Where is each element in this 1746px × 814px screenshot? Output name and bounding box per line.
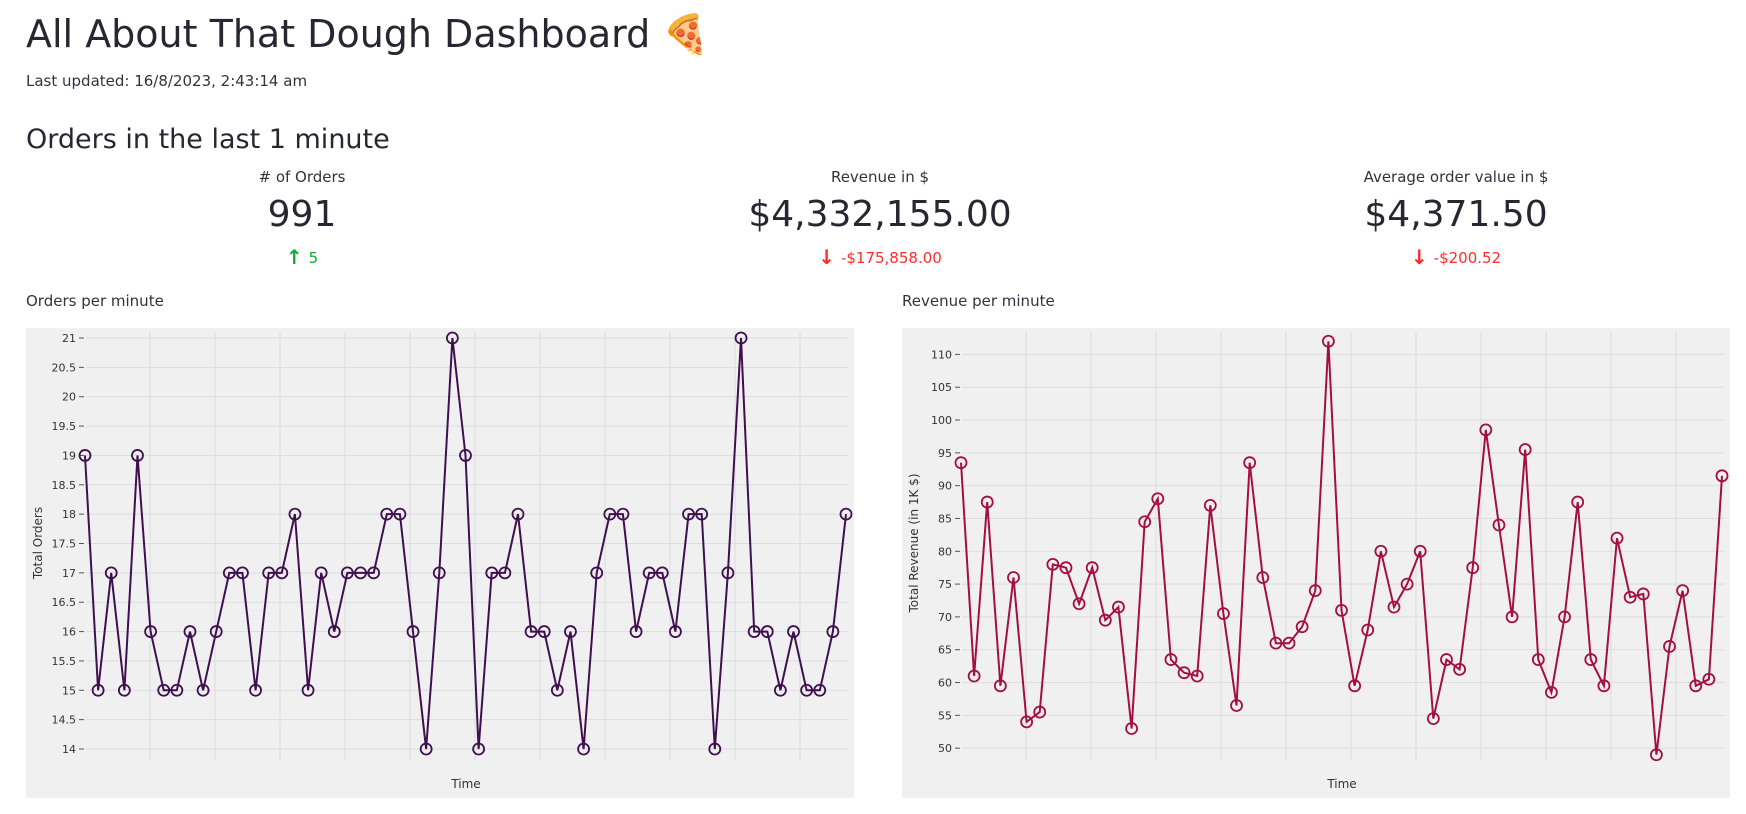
metric-value: $4,332,155.00 bbox=[748, 194, 1012, 235]
y-tick-label: 15 bbox=[62, 684, 76, 697]
revenue-chart-title: Revenue per minute bbox=[902, 292, 1055, 310]
y-tick-label: 90 bbox=[938, 480, 952, 493]
revenue-chart-svg[interactable]: 50 55 60 65 70 75 80 85 90 95 100 105 110 Time Total R… bbox=[902, 328, 1730, 798]
y-tick-label: 65 bbox=[938, 644, 952, 657]
y-tick-label: 110 bbox=[931, 348, 952, 361]
y-tick-label: 100 bbox=[931, 414, 952, 427]
metric-label: Average order value in $ bbox=[1363, 168, 1549, 186]
arrow-down-icon: ↓ bbox=[818, 245, 835, 269]
metric-avg-order-value: Average order value in $ $4,371.50 ↓ -$20… bbox=[1206, 168, 1706, 269]
y-tick-label: 75 bbox=[938, 578, 952, 591]
y-axis-label: Total Revenue (in 1K $) bbox=[907, 474, 921, 614]
orders-chart-svg[interactable]: 14 14.5 15 15.5 16 16.5 17 17.5 18 18.5 19 19.5 20 20… bbox=[26, 328, 854, 798]
metric-delta: ↑ 5 bbox=[285, 245, 319, 269]
y-tick-label: 17.5 bbox=[52, 538, 77, 551]
section-title: Orders in the last 1 minute bbox=[26, 124, 390, 155]
y-tick-label: 19.5 bbox=[52, 420, 77, 433]
metric-label: # of Orders bbox=[258, 168, 346, 186]
y-tick-label: 21 bbox=[62, 332, 76, 345]
y-tick-label: 20.5 bbox=[52, 361, 77, 374]
y-tick-label: 17 bbox=[62, 567, 76, 580]
y-tick-label: 14 bbox=[62, 743, 76, 756]
dashboard-title: All About That Dough Dashboard 🍕 bbox=[26, 12, 710, 56]
y-tick-label: 70 bbox=[938, 611, 952, 624]
metric-delta: ↓ -$200.52 bbox=[1410, 245, 1502, 269]
y-tick-label: 85 bbox=[938, 512, 952, 525]
y-tick-label: 55 bbox=[938, 709, 952, 722]
metric-value: $4,371.50 bbox=[1364, 194, 1548, 235]
y-axis-label: Total Orders bbox=[31, 507, 45, 580]
vertical-gridlines bbox=[1025, 332, 1677, 760]
series-line bbox=[960, 341, 1723, 755]
metric-orders: # of Orders 991 ↑ 5 bbox=[52, 168, 552, 269]
y-tick-label: 15.5 bbox=[52, 655, 77, 668]
orders-chart-title: Orders per minute bbox=[26, 292, 164, 310]
series-points bbox=[954, 334, 1729, 762]
orders-chart[interactable]: 14 14.5 15 15.5 16 16.5 17 17.5 18 18.5 19 19.5 20 20… bbox=[26, 328, 854, 798]
y-tick-label: 19 bbox=[62, 449, 76, 462]
x-axis-label: Time bbox=[450, 777, 480, 791]
y-tick-label: 18.5 bbox=[52, 479, 77, 492]
x-axis-label: Time bbox=[1326, 777, 1356, 791]
y-tick-label: 20 bbox=[62, 391, 76, 404]
arrow-up-icon: ↑ bbox=[285, 245, 303, 269]
y-tick-label: 80 bbox=[938, 545, 952, 558]
y-tick-label: 60 bbox=[938, 677, 952, 690]
y-tick-label: 50 bbox=[938, 742, 952, 755]
metric-value: 991 bbox=[267, 194, 337, 235]
metric-label: Revenue in $ bbox=[830, 168, 930, 186]
y-tick-label: 14.5 bbox=[52, 714, 77, 727]
arrow-down-icon: ↓ bbox=[1410, 245, 1428, 269]
y-tick-label: 105 bbox=[931, 381, 952, 394]
revenue-chart[interactable]: 50 55 60 65 70 75 80 85 90 95 100 105 110 Time Total R… bbox=[902, 328, 1730, 798]
y-tick-label: 16 bbox=[62, 626, 76, 639]
metric-delta: ↓ -$175,858.00 bbox=[818, 245, 942, 269]
y-tick-label: 18 bbox=[62, 508, 76, 521]
metric-revenue: Revenue in $ $4,332,155.00 ↓ -$175,858.00 bbox=[630, 168, 1130, 269]
y-tick-label: 16.5 bbox=[52, 596, 77, 609]
y-tick-label: 95 bbox=[938, 447, 952, 460]
y-axis-ticks: 50 55 60 65 70 75 80 85 90 95 100 105 110 bbox=[931, 348, 1724, 755]
last-updated-text: Last updated: 16/8/2023, 2:43:14 am bbox=[26, 72, 308, 90]
